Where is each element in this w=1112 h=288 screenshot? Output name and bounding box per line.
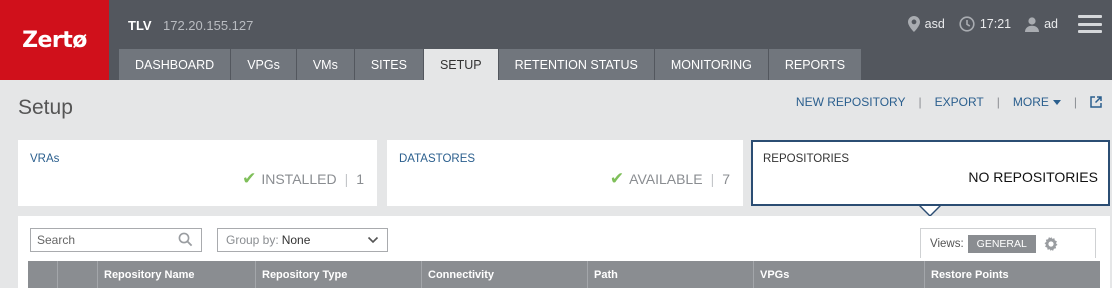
- datastores-status-text: AVAILABLE: [629, 170, 703, 187]
- export-link[interactable]: EXPORT: [935, 95, 984, 109]
- tab-vpgs[interactable]: VPGs: [231, 49, 296, 80]
- status-column-header[interactable]: [58, 261, 98, 288]
- column-header-connectivity[interactable]: Connectivity: [422, 261, 588, 288]
- column-header-restore-points[interactable]: Restore Points: [925, 261, 1100, 288]
- vras-card[interactable]: VRAs ✔ INSTALLED | 1: [18, 140, 377, 206]
- location-text: asd: [924, 17, 945, 31]
- tab-vms[interactable]: VMs: [296, 49, 354, 80]
- clock-icon: [959, 16, 975, 32]
- header-status-area: asd 17:21 ad: [907, 14, 1112, 34]
- table-header: Repository Name Repository Type Connecti…: [28, 261, 1100, 288]
- caret-down-icon: [1052, 100, 1061, 106]
- column-header-repository-name[interactable]: Repository Name: [98, 261, 256, 288]
- map-pin-icon: [907, 16, 920, 32]
- site-ip-address: 172.20.155.127: [163, 18, 254, 33]
- group-by-select[interactable]: Group by: None: [217, 228, 388, 252]
- page-actions: NEW REPOSITORY | EXPORT | MORE |: [796, 95, 1102, 109]
- datastores-count: 7: [722, 170, 730, 187]
- main-nav-tabs: DASHBOARD VPGs VMs SITES SETUP RETENTION…: [119, 49, 862, 80]
- group-by-label: Group by:: [226, 233, 279, 247]
- tab-monitoring[interactable]: MONITORING: [654, 49, 768, 80]
- external-link-icon[interactable]: [1090, 96, 1102, 108]
- location-indicator: asd: [907, 16, 945, 32]
- user-name: ad: [1044, 17, 1058, 31]
- new-repository-link[interactable]: NEW REPOSITORY: [796, 95, 906, 109]
- vras-card-status: ✔ INSTALLED | 1: [242, 170, 364, 187]
- user-indicator[interactable]: ad: [1025, 16, 1058, 32]
- tab-sites[interactable]: SITES: [354, 49, 423, 80]
- page-title: Setup: [18, 96, 73, 119]
- time-text: 17:21: [979, 17, 1012, 31]
- value-divider: |: [344, 170, 349, 187]
- column-header-vpgs[interactable]: VPGs: [754, 261, 925, 288]
- tab-dashboard[interactable]: DASHBOARD: [119, 49, 231, 80]
- more-dropdown[interactable]: MORE: [1013, 95, 1061, 109]
- action-separator: |: [918, 95, 922, 109]
- vras-count: 1: [356, 170, 364, 187]
- top-header: Zertø TLV 172.20.155.127 asd 17:21 ad DA…: [0, 0, 1112, 80]
- views-selector: Views: GENERAL: [920, 228, 1096, 258]
- search-input[interactable]: [31, 229, 171, 251]
- repositories-status-text: NO REPOSITORIES: [968, 169, 1098, 185]
- action-separator: |: [1073, 95, 1077, 109]
- tab-reports[interactable]: REPORTS: [768, 49, 862, 80]
- action-separator: |: [996, 95, 1000, 109]
- group-by-value: None: [281, 233, 311, 247]
- gear-icon[interactable]: [1043, 236, 1059, 252]
- datastores-card[interactable]: DATASTORES ✔ AVAILABLE | 7: [387, 140, 743, 206]
- search-icon[interactable]: [178, 232, 193, 252]
- tab-setup[interactable]: SETUP: [423, 49, 498, 80]
- clock-indicator: 17:21: [959, 16, 1011, 32]
- checkmark-icon: ✔: [242, 169, 257, 188]
- chevron-down-icon: [367, 234, 379, 249]
- zerto-logo[interactable]: Zertø: [0, 0, 109, 80]
- vras-status-text: INSTALLED: [261, 170, 337, 187]
- column-header-repository-type[interactable]: Repository Type: [256, 261, 422, 288]
- repositories-card-label: REPOSITORIES: [763, 153, 850, 165]
- datastores-card-status: ✔ AVAILABLE | 7: [610, 170, 730, 187]
- value-divider: |: [710, 170, 715, 187]
- tab-retention-status[interactable]: RETENTION STATUS: [498, 49, 654, 80]
- more-label: MORE: [1012, 95, 1049, 109]
- column-header-path[interactable]: Path: [588, 261, 754, 288]
- vras-card-label: VRAs: [30, 153, 60, 165]
- views-label: Views:: [930, 237, 964, 250]
- repositories-panel: Group by: None Views: GENERAL Repository…: [18, 216, 1110, 288]
- datastores-card-label: DATASTORES: [399, 153, 476, 165]
- views-general-button[interactable]: GENERAL: [967, 234, 1036, 253]
- user-icon: [1025, 16, 1040, 32]
- selected-card-pointer-fill: [921, 206, 939, 215]
- select-column-header[interactable]: [28, 261, 58, 288]
- search-box: [30, 228, 202, 252]
- repositories-card[interactable]: REPOSITORIES NO REPOSITORIES: [751, 140, 1110, 206]
- checkmark-icon: ✔: [609, 169, 625, 188]
- site-name: TLV: [128, 18, 152, 33]
- hamburger-menu-icon[interactable]: [1078, 15, 1102, 33]
